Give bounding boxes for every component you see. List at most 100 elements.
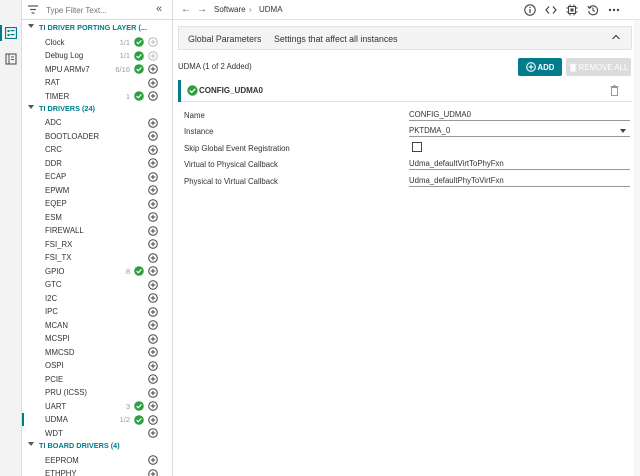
tree-item-label: EEPROM bbox=[45, 455, 79, 465]
add-circle-icon[interactable] bbox=[148, 266, 158, 278]
tree-item-mcspi[interactable]: MCSPI bbox=[22, 332, 172, 346]
tree-item-ipc[interactable]: IPC bbox=[22, 305, 172, 319]
add-circle-icon[interactable] bbox=[148, 428, 158, 440]
add-button[interactable]: ADD bbox=[518, 58, 562, 76]
add-circle-icon[interactable] bbox=[148, 185, 158, 197]
phys-to-virt-callback-field[interactable]: Udma_defaultPhyToVirtFxn bbox=[409, 175, 630, 187]
tree-item-label: ECAP bbox=[45, 172, 67, 182]
tree-item-gpio[interactable]: GPIO 8 bbox=[22, 264, 172, 278]
tree-item-uart[interactable]: UART 3 bbox=[22, 399, 172, 413]
tree-item-bootloader[interactable]: BOOTLOADER bbox=[22, 129, 172, 143]
tree-item-adc[interactable]: ADC bbox=[22, 116, 172, 130]
tree-item-rat[interactable]: RAT bbox=[22, 76, 172, 90]
chip-icon[interactable] bbox=[565, 3, 579, 17]
add-circle-icon[interactable] bbox=[148, 131, 158, 143]
add-circle-icon[interactable] bbox=[148, 145, 158, 157]
tree-item-wdt[interactable]: WDT bbox=[22, 426, 172, 440]
property-label-skip-global-event-registration: Skip Global Event Registration bbox=[184, 144, 290, 153]
filter-input[interactable] bbox=[46, 6, 146, 15]
add-circle-icon[interactable] bbox=[148, 158, 158, 170]
module-title: UDMA (1 of 2 Added) bbox=[178, 62, 252, 71]
tree-item-count: 8 bbox=[125, 266, 130, 276]
add-circle-icon[interactable] bbox=[148, 307, 158, 319]
remove-all-button: REMOVE ALL bbox=[566, 58, 631, 76]
chevron-up-icon[interactable] bbox=[611, 33, 621, 43]
instance-select[interactable]: PKTDMA_0 bbox=[409, 125, 630, 137]
add-circle-icon[interactable] bbox=[148, 401, 158, 413]
collapse-panel-icon[interactable]: « bbox=[156, 3, 162, 15]
add-circle-icon[interactable] bbox=[148, 226, 158, 238]
tree-category[interactable]: TI DRIVER PORTING LAYER (... bbox=[22, 22, 172, 34]
add-circle-icon[interactable] bbox=[148, 388, 158, 400]
tree-item-pru-icss[interactable]: PRU (ICSS) bbox=[22, 386, 172, 400]
global-parameters-header[interactable]: Global Parameters Settings that affect a… bbox=[178, 26, 632, 50]
info-icon[interactable] bbox=[523, 3, 537, 17]
add-circle-icon[interactable] bbox=[148, 199, 158, 211]
instance-row[interactable]: CONFIG_UDMA0 bbox=[178, 80, 632, 102]
tree-item-mcan[interactable]: MCAN bbox=[22, 318, 172, 332]
tree-item-ospi[interactable]: OSPI bbox=[22, 359, 172, 373]
back-arrow-icon[interactable]: ← bbox=[181, 4, 191, 15]
add-circle-icon[interactable] bbox=[148, 239, 158, 251]
add-circle-icon[interactable] bbox=[148, 415, 158, 427]
add-circle-icon[interactable] bbox=[148, 320, 158, 332]
tree-item-i2c[interactable]: I2C bbox=[22, 291, 172, 305]
add-circle-icon[interactable] bbox=[148, 468, 158, 476]
collapse-triangle-icon[interactable] bbox=[28, 441, 34, 446]
add-circle-icon[interactable] bbox=[148, 455, 158, 467]
add-circle-icon[interactable] bbox=[148, 64, 158, 76]
config-view-icon[interactable] bbox=[4, 26, 18, 40]
filter-icon[interactable] bbox=[28, 5, 38, 16]
delete-instance-icon[interactable] bbox=[610, 85, 619, 98]
add-circle-icon[interactable] bbox=[148, 91, 158, 103]
add-circle-icon[interactable] bbox=[148, 374, 158, 386]
add-circle-icon[interactable] bbox=[148, 347, 158, 359]
tree-item-gtc[interactable]: GTC bbox=[22, 278, 172, 292]
virt-to-phys-callback-field[interactable]: Udma_defaultVirtToPhyFxn bbox=[409, 158, 630, 170]
tree-item-epwm[interactable]: EPWM bbox=[22, 183, 172, 197]
tree-item-eqep[interactable]: EQEP bbox=[22, 197, 172, 211]
add-circle-icon[interactable] bbox=[148, 293, 158, 305]
tree-category[interactable]: TI BOARD DRIVERS (4) bbox=[22, 440, 172, 452]
code-icon[interactable] bbox=[544, 3, 558, 17]
tree-item-debug-log[interactable]: Debug Log 1/1 bbox=[22, 49, 172, 63]
tree-item-count: 3 bbox=[125, 401, 130, 411]
tree-item-fsi-tx[interactable]: FSI_TX bbox=[22, 251, 172, 265]
tree-item-udma[interactable]: UDMA 1/2 bbox=[22, 412, 172, 427]
tree-item-mpu-armv7[interactable]: MPU ARMv7 6/16 bbox=[22, 62, 172, 76]
name-field[interactable]: CONFIG_UDMA0 bbox=[409, 109, 630, 121]
collapse-triangle-icon[interactable] bbox=[28, 104, 34, 109]
tree-item-crc[interactable]: CRC bbox=[22, 143, 172, 157]
add-circle-icon[interactable] bbox=[148, 280, 158, 292]
tree-category[interactable]: TI DRIVERS (24) bbox=[22, 103, 172, 115]
skip-global-event-registration-checkbox[interactable] bbox=[412, 142, 422, 152]
tree-item-ethphy[interactable]: ETHPHY bbox=[22, 467, 172, 476]
scrollbar[interactable] bbox=[634, 20, 640, 476]
add-circle-icon[interactable] bbox=[148, 77, 158, 90]
add-circle-icon bbox=[148, 37, 158, 49]
tree-item-mmcsd[interactable]: MMCSD bbox=[22, 345, 172, 359]
add-circle-icon[interactable] bbox=[148, 334, 158, 346]
add-circle-icon[interactable] bbox=[148, 361, 158, 373]
tree-item-fsi-rx[interactable]: FSI_RX bbox=[22, 237, 172, 251]
forward-arrow-icon[interactable]: → bbox=[197, 4, 207, 15]
tree-item-firewall[interactable]: FIREWALL bbox=[22, 224, 172, 238]
collapse-triangle-icon[interactable] bbox=[28, 24, 34, 28]
breadcrumb-software[interactable]: Software bbox=[214, 5, 246, 14]
tree-item-clock[interactable]: Clock 1/1 bbox=[22, 35, 172, 49]
tree-item-eeprom[interactable]: EEPROM bbox=[22, 453, 172, 467]
tree-item-timer[interactable]: TIMER 1 bbox=[22, 89, 172, 103]
add-circle-icon[interactable] bbox=[148, 212, 158, 224]
tree-item-ecap[interactable]: ECAP bbox=[22, 170, 172, 184]
more-icon[interactable] bbox=[607, 3, 621, 17]
add-circle-icon[interactable] bbox=[148, 118, 158, 130]
tree-item-pcie[interactable]: PCIE bbox=[22, 372, 172, 386]
add-circle-icon[interactable] bbox=[148, 253, 158, 265]
tree-item-esm[interactable]: ESM bbox=[22, 210, 172, 224]
tree-item-ddr[interactable]: DDR bbox=[22, 156, 172, 170]
global-parameters-title: Global Parameters bbox=[188, 34, 262, 44]
book-icon[interactable] bbox=[4, 52, 18, 66]
tree-item-label: PCIE bbox=[45, 374, 64, 384]
add-circle-icon[interactable] bbox=[148, 172, 158, 184]
history-icon[interactable] bbox=[586, 3, 600, 17]
